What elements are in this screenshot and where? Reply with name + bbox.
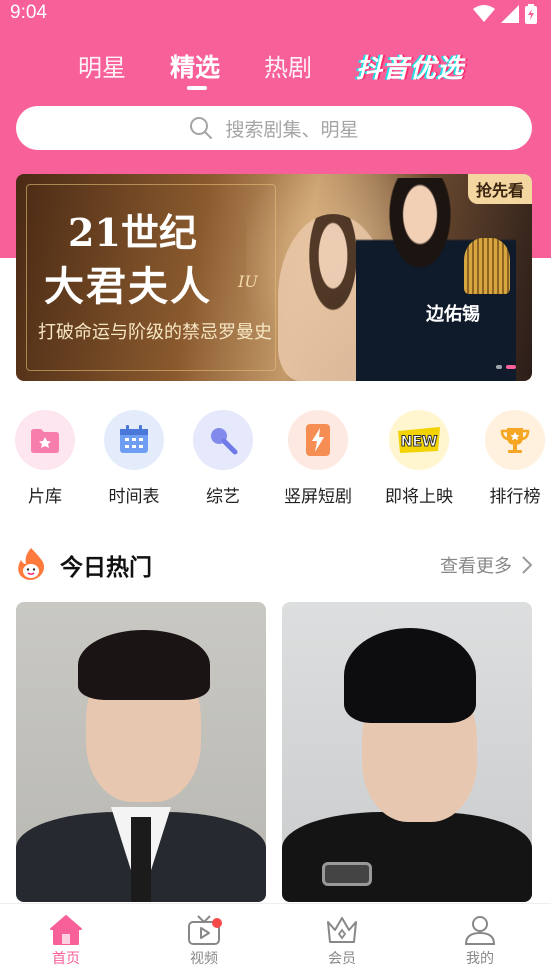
nav-profile[interactable]: 我的 [440,914,520,968]
category-rankings[interactable]: 排行榜 [470,410,551,507]
hero-banner[interactable]: 21世纪 大君夫人 IU 打破命运与阶级的禁忌罗曼史 边佑锡 抢先看 [16,174,532,381]
category-row: 片库 时间表 综艺 竖屏短剧 NEW 即将上映 排行榜 [0,410,551,510]
banner-title-line2: 大君夫人 [44,263,212,310]
section-header: 今日热门 查看更多 [16,546,536,582]
notification-dot [212,918,222,928]
tab-hot-dramas[interactable]: 热剧 [264,48,312,83]
nav-membership[interactable]: 会员 [302,914,382,968]
card-image-watch [322,862,372,886]
status-icons [473,4,537,24]
home-icon [50,915,82,945]
search-placeholder: 搜索剧集、明星 [225,118,359,141]
trophy-icon [485,410,545,470]
calendar-icon [104,410,164,470]
category-variety[interactable]: 综艺 [178,410,268,507]
category-label: 即将上映 [385,487,453,507]
section-title: 今日热门 [60,555,152,581]
chevron-right-icon [522,556,532,574]
microphone-icon [193,410,253,470]
category-label: 片库 [28,487,62,507]
signal-icon [501,5,519,23]
tab-douyin-select[interactable]: 抖音优选 [356,48,464,85]
category-schedule[interactable]: 时间表 [89,410,179,507]
banner-dot-active [506,365,516,369]
category-label: 排行榜 [489,487,541,507]
card-image-jacket [282,812,532,902]
tab-stars[interactable]: 明星 [78,48,126,83]
active-tab-indicator [187,86,207,90]
fire-icon [18,548,44,580]
lightning-phone-icon [288,410,348,470]
category-label: 综艺 [206,487,240,507]
status-bar: 9:04 [0,0,551,30]
new-badge-icon: NEW [389,410,449,470]
folder-star-icon [15,410,75,470]
profile-icon [464,916,496,945]
hot-card[interactable] [16,602,266,902]
banner-epaulette [464,238,510,294]
card-image-hair [78,630,210,700]
nav-label: 视频 [190,951,218,967]
card-image-hair [344,628,476,723]
see-more-label: 查看更多 [440,556,512,577]
top-tabs: 明星 精选 热剧 抖音优选 [0,44,551,94]
wifi-icon [473,5,495,22]
banner-title-line1: 21世纪 [68,210,197,255]
search-input[interactable]: 搜索剧集、明星 [16,106,532,150]
category-label: 竖屏短剧 [284,487,352,507]
battery-icon [525,4,537,24]
banner-iu-label: IU [238,272,258,291]
svg-text:NEW: NEW [401,434,438,450]
banner-pagination [496,365,516,369]
category-label: 时间表 [108,487,160,507]
banner-actor-name: 边佑锡 [426,304,480,325]
nav-video[interactable]: 视频 [164,914,244,968]
banner-subtitle: 打破命运与阶级的禁忌罗曼史 [38,322,272,343]
category-library[interactable]: 片库 [0,410,90,507]
banner-dot [496,365,502,369]
nav-home[interactable]: 首页 [26,914,106,968]
search-icon [190,117,213,139]
crown-icon [327,917,357,943]
bottom-nav: 首页 视频 会员 我的 [0,903,551,971]
see-more-link[interactable]: 查看更多 [440,552,532,578]
nav-label: 会员 [328,951,356,967]
card-image-tie [131,817,151,902]
hot-card[interactable] [282,602,532,902]
category-short-dramas[interactable]: 竖屏短剧 [273,410,363,507]
category-coming-soon[interactable]: NEW 即将上映 [374,410,464,507]
hot-cards [16,602,532,902]
banner-preview-badge: 抢先看 [467,174,532,204]
nav-label: 我的 [466,951,494,967]
status-time: 9:04 [10,2,47,23]
nav-label: 首页 [52,951,80,967]
tab-featured[interactable]: 精选 [170,48,220,84]
